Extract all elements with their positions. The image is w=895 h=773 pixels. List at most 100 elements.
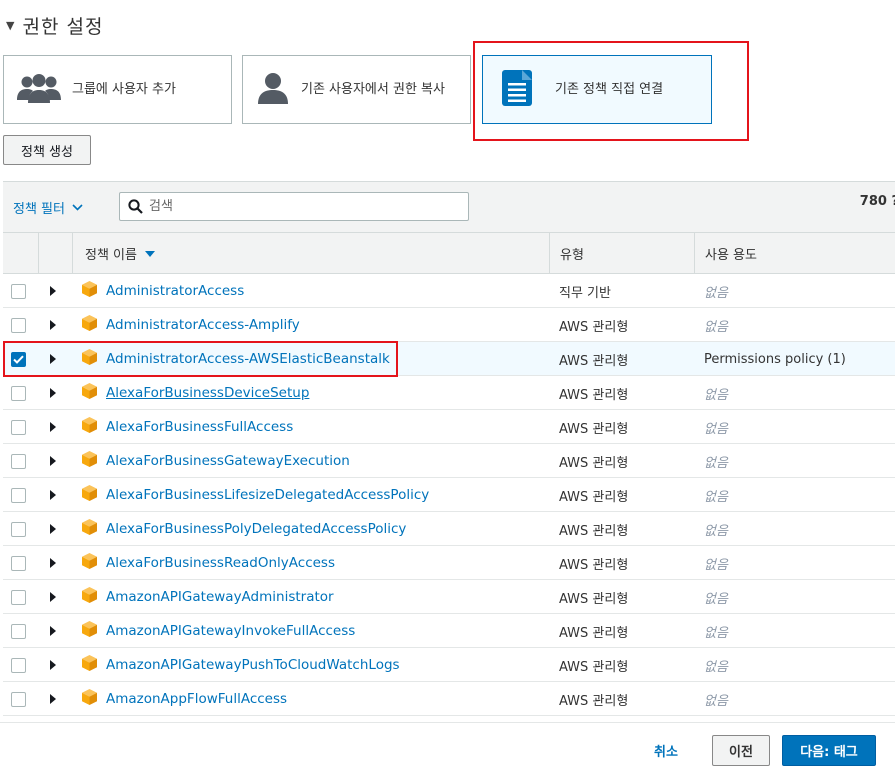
expand-arrow-icon[interactable] <box>50 592 56 602</box>
policy-name-link[interactable]: AlexaForBusinessReadOnlyAccess <box>106 555 335 571</box>
policy-usage: 없음 <box>704 285 728 301</box>
policy-cube-icon <box>81 518 98 540</box>
create-policy-button[interactable]: 정책 생성 <box>3 135 91 165</box>
policy-name-link[interactable]: AlexaForBusinessGatewayExecution <box>106 453 350 469</box>
expand-arrow-icon[interactable] <box>50 694 56 704</box>
policy-name-link[interactable]: AmazonAPIGatewayPushToCloudWatchLogs <box>106 657 400 673</box>
expand-arrow-icon[interactable] <box>50 626 56 636</box>
policy-type: AWS 관리형 <box>559 421 629 437</box>
option-add-to-group[interactable]: 그룹에 사용자 추가 <box>3 55 232 124</box>
policy-name-link[interactable]: AmazonAppFlowFullAccess <box>106 691 287 707</box>
option-label: 기존 정책 직접 연결 <box>555 82 664 97</box>
policy-name-link[interactable]: AmazonAPIGatewayAdministrator <box>106 589 334 605</box>
row-checkbox[interactable] <box>11 487 26 503</box>
policy-type: AWS 관리형 <box>559 523 629 539</box>
header-label: 사용 용도 <box>705 248 757 263</box>
row-checkbox[interactable] <box>11 317 26 333</box>
policy-cube-icon <box>81 280 98 302</box>
policy-type: AWS 관리형 <box>559 625 629 641</box>
expand-arrow-icon[interactable] <box>50 490 56 500</box>
table-row[interactable]: AdministratorAccess-AWSElasticBeanstalk A… <box>3 342 895 376</box>
policy-name-link[interactable]: AdministratorAccess-Amplify <box>106 317 300 333</box>
policy-name-link[interactable]: AlexaForBusinessPolyDelegatedAccessPolic… <box>106 521 406 537</box>
policy-usage: 없음 <box>704 421 728 437</box>
policy-name-link[interactable]: AlexaForBusinessFullAccess <box>106 419 293 435</box>
policy-name-link[interactable]: AmazonAPIGatewayInvokeFullAccess <box>106 623 355 639</box>
policy-usage: 없음 <box>704 557 728 573</box>
policy-usage: 없음 <box>704 523 728 539</box>
expand-arrow-icon[interactable] <box>50 422 56 432</box>
header-label: 유형 <box>560 248 584 263</box>
previous-button[interactable]: 이전 <box>712 735 770 766</box>
policy-cube-icon <box>81 450 98 472</box>
option-attach-existing-policy[interactable]: 기존 정책 직접 연결 <box>482 55 712 124</box>
policy-type: AWS 관리형 <box>559 387 629 403</box>
option-label: 기존 사용자에서 권한 복사 <box>301 82 445 97</box>
cancel-button[interactable]: 취소 <box>648 735 684 766</box>
row-checkbox[interactable] <box>11 283 26 299</box>
table-row[interactable]: AlexaForBusinessPolyDelegatedAccessPolic… <box>3 512 895 546</box>
header-label: 정책 이름 <box>85 248 137 263</box>
document-icon <box>501 69 533 111</box>
table-row[interactable]: AmazonAPIGatewayInvokeFullAccess AWS 관리형 없… <box>3 614 895 648</box>
table-row[interactable]: AdministratorAccess 직무 기반 없음 <box>3 274 895 308</box>
row-checkbox[interactable] <box>11 623 26 639</box>
table-row[interactable]: AdministratorAccess-Amplify AWS 관리형 없음 <box>3 308 895 342</box>
row-checkbox[interactable] <box>11 589 26 605</box>
table-row[interactable]: AmazonAPIGatewayAdministrator AWS 관리형 없음 <box>3 580 895 614</box>
table-row[interactable]: AlexaForBusinessGatewayExecution AWS 관리형 없… <box>3 444 895 478</box>
policy-filter-dropdown[interactable]: 정책 필터 <box>13 198 83 217</box>
row-checkbox[interactable] <box>11 521 26 537</box>
row-checkbox[interactable] <box>11 691 26 707</box>
policy-cube-icon <box>81 620 98 642</box>
section-header[interactable]: ▼ 권한 설정 <box>6 12 103 39</box>
section-title: 권한 설정 <box>22 16 104 38</box>
row-checkbox[interactable] <box>11 385 26 401</box>
row-checkbox[interactable] <box>11 453 26 469</box>
policy-cube-icon <box>81 586 98 608</box>
policy-usage: Permissions policy (1) <box>704 351 846 367</box>
expand-arrow-icon[interactable] <box>50 320 56 330</box>
expand-arrow-icon[interactable] <box>50 286 56 296</box>
header-usage[interactable]: 사용 용도 <box>694 233 895 274</box>
sort-desc-icon[interactable] <box>144 250 155 257</box>
row-checkbox[interactable] <box>11 657 26 673</box>
group-users-icon <box>16 72 62 108</box>
row-checkbox[interactable] <box>11 419 26 435</box>
expand-arrow-icon[interactable] <box>50 660 56 670</box>
policy-cube-icon <box>81 348 98 370</box>
header-policy-name[interactable]: 정책 이름 <box>72 233 549 274</box>
expand-arrow-icon[interactable] <box>50 456 56 466</box>
result-count: 780 ? <box>859 194 895 209</box>
expand-arrow-icon[interactable] <box>50 354 56 364</box>
option-copy-from-user[interactable]: 기존 사용자에서 권한 복사 <box>242 55 471 124</box>
table-row[interactable]: AmazonAPIGatewayPushToCloudWatchLogs AWS … <box>3 648 895 682</box>
policy-cube-icon <box>81 484 98 506</box>
policy-cube-icon <box>81 314 98 336</box>
row-checkbox[interactable] <box>11 555 26 571</box>
table-row[interactable]: AlexaForBusinessDeviceSetup AWS 관리형 없음 <box>3 376 895 410</box>
policy-name-link[interactable]: AdministratorAccess-AWSElasticBeanstalk <box>106 351 390 367</box>
expand-arrow-icon[interactable] <box>50 524 56 534</box>
expand-arrow-icon[interactable] <box>50 558 56 568</box>
policy-name-link[interactable]: AlexaForBusinessDeviceSetup <box>106 385 309 401</box>
policy-usage: 없음 <box>704 625 728 641</box>
policy-type: AWS 관리형 <box>559 455 629 471</box>
row-checkbox[interactable] <box>11 351 26 367</box>
table-row[interactable]: AlexaForBusinessLifesizeDelegatedAccessP… <box>3 478 895 512</box>
header-type[interactable]: 유형 <box>549 233 694 274</box>
policy-filter-label: 정책 필터 <box>13 202 65 217</box>
expand-arrow-icon[interactable] <box>50 388 56 398</box>
table-row[interactable]: AlexaForBusinessReadOnlyAccess AWS 관리형 없음 <box>3 546 895 580</box>
policy-name-link[interactable]: AlexaForBusinessLifesizeDelegatedAccessP… <box>106 487 429 503</box>
search-input[interactable] <box>149 199 449 214</box>
policy-name-link[interactable]: AdministratorAccess <box>106 283 244 299</box>
table-row[interactable]: AmazonAppFlowFullAccess AWS 관리형 없음 <box>3 682 895 716</box>
policy-table: 정책 이름 유형 사용 용도 AdministratorAccess 직무 기반 없… <box>3 233 895 716</box>
table-row[interactable]: AlexaForBusinessFullAccess AWS 관리형 없음 <box>3 410 895 444</box>
policy-usage: 없음 <box>704 489 728 505</box>
search-icon <box>128 199 143 214</box>
next-tags-button[interactable]: 다음: 태그 <box>782 735 876 766</box>
header-expand-col <box>38 233 72 274</box>
caret-down-icon[interactable]: ▼ <box>6 19 14 32</box>
